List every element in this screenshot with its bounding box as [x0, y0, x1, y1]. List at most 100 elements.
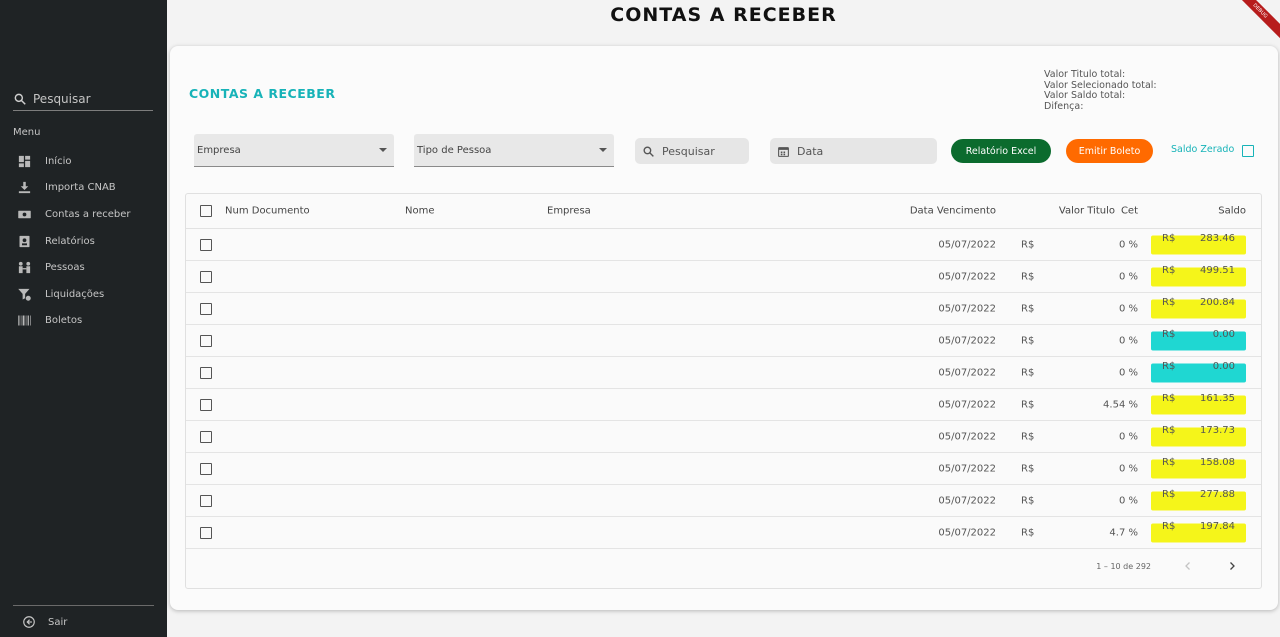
select-all-checkbox[interactable] — [200, 205, 212, 217]
saldo-value: 200.84 — [1200, 296, 1235, 308]
cell-data-vencimento: 05/07/2022 — [938, 431, 996, 442]
table-row[interactable]: 05/07/2022 0 % R$ R$ 173.73 — [186, 421, 1261, 453]
saldo-currency: R$ — [1162, 328, 1176, 340]
cell-cet: 0 % — [1118, 239, 1138, 250]
sidebar: Pesquisar Menu Início Importa CNAB Conta… — [0, 0, 167, 637]
sidebar-item-label: Início — [45, 155, 72, 167]
chevron-left-icon — [1185, 562, 1190, 570]
saldo-badge: R$ 173.73 — [1151, 425, 1246, 446]
saldo-currency: R$ — [1162, 264, 1176, 276]
saldo-zerado-checkbox[interactable] — [1242, 145, 1254, 157]
saldo-currency: R$ — [1162, 232, 1176, 244]
row-checkbox[interactable] — [200, 366, 212, 379]
table-row[interactable]: 05/07/2022 0 % R$ R$ 158.08 — [186, 453, 1261, 485]
saldo-badge: R$ 0.00 — [1151, 328, 1246, 350]
col-empresa[interactable]: Empresa — [547, 206, 591, 217]
sidebar-item-label: Boletos — [45, 315, 83, 327]
barcode-icon — [18, 315, 31, 326]
calendar-icon — [778, 146, 789, 157]
cell-valor-titulo: R$ — [1021, 527, 1035, 538]
row-checkbox[interactable] — [200, 526, 212, 539]
download-icon — [18, 182, 31, 194]
saldo-value: 0.00 — [1212, 328, 1235, 340]
row-checkbox[interactable] — [200, 302, 212, 315]
cell-data-vencimento: 05/07/2022 — [938, 239, 996, 250]
sidebar-item-boletos[interactable]: Boletos — [17, 308, 131, 335]
sidebar-item-label: Pessoas — [45, 262, 85, 274]
pagination-range: 1 – 10 de 292 — [1096, 562, 1151, 571]
sidebar-item-label: Relatórios — [45, 235, 95, 247]
sidebar-item-contas-a-receber[interactable]: Contas a receber — [17, 201, 131, 228]
date-placeholder: Data — [797, 144, 824, 158]
cell-cet: 0 % — [1118, 367, 1138, 378]
emitir-boleto-button[interactable]: Emitir Boleto — [1066, 139, 1153, 163]
sidebar-item-pessoas[interactable]: Pessoas — [17, 254, 131, 281]
saldo-value: 158.08 — [1200, 456, 1235, 468]
row-checkbox[interactable] — [200, 238, 212, 251]
cell-data-vencimento: 05/07/2022 — [938, 527, 996, 538]
col-num-documento[interactable]: Num Documento — [225, 206, 310, 217]
search-input[interactable]: Pesquisar — [635, 138, 749, 164]
next-page-button[interactable] — [1223, 557, 1241, 575]
sidebar-item-relatorios[interactable]: Relatórios — [17, 228, 131, 255]
sidebar-item-liquidacoes[interactable]: Liquidações — [17, 281, 131, 308]
table-row[interactable]: 05/07/2022 0 % R$ R$ 0.00 — [186, 357, 1261, 389]
menu-label: Menu — [13, 127, 41, 138]
table-row[interactable]: 05/07/2022 0 % R$ R$ 277.88 — [186, 485, 1261, 517]
col-valor-titulo[interactable]: Valor Titulo — [1059, 206, 1115, 217]
row-checkbox[interactable] — [200, 430, 212, 443]
col-nome[interactable]: Nome — [405, 206, 435, 217]
sidebar-search[interactable]: Pesquisar — [13, 88, 153, 111]
col-data-vencimento[interactable]: Data Vencimento — [910, 206, 996, 217]
dashboard-icon — [18, 155, 31, 167]
chevron-right-icon — [1230, 562, 1235, 570]
row-checkbox[interactable] — [200, 270, 212, 283]
table-row[interactable]: 05/07/2022 0 % R$ R$ 200.84 — [186, 293, 1261, 325]
total-valor-saldo: Valor Saldo total: — [1044, 90, 1126, 101]
table-row[interactable]: 05/07/2022 0 % R$ R$ 283.46 — [186, 229, 1261, 261]
row-checkbox[interactable] — [200, 398, 212, 411]
cell-valor-titulo: R$ — [1021, 367, 1035, 378]
cell-data-vencimento: 05/07/2022 — [938, 335, 996, 346]
saldo-badge: R$ 499.51 — [1151, 264, 1246, 286]
saldo-badge: R$ 283.46 — [1151, 232, 1246, 254]
table-row[interactable]: 05/07/2022 0 % R$ R$ 499.51 — [186, 261, 1261, 293]
search-icon — [643, 145, 654, 157]
cell-valor-titulo: R$ — [1021, 495, 1035, 506]
sidebar-item-label: Importa CNAB — [45, 182, 116, 194]
cell-cet: 4.7 % — [1109, 527, 1138, 538]
saldo-badge: R$ 200.84 — [1151, 296, 1246, 318]
saldo-badge: R$ 158.08 — [1151, 456, 1246, 478]
col-cet[interactable]: Cet — [1121, 206, 1138, 217]
empresa-dropdown[interactable]: Empresa — [194, 134, 394, 167]
date-input[interactable]: Data — [770, 138, 937, 164]
people-icon — [18, 262, 31, 274]
col-saldo[interactable]: Saldo — [1218, 206, 1246, 217]
total-valor-titulo: Valor Titulo total: — [1044, 69, 1126, 80]
saldo-badge: R$ 197.84 — [1151, 520, 1246, 542]
sidebar-search-placeholder: Pesquisar — [33, 92, 91, 106]
caret-down-icon — [379, 148, 387, 152]
cell-cet: 0 % — [1118, 303, 1138, 314]
row-checkbox[interactable] — [200, 494, 212, 507]
relatorio-excel-button[interactable]: Relatório Excel — [951, 139, 1051, 163]
table-row[interactable]: 05/07/2022 4.54 % R$ R$ 161.35 — [186, 389, 1261, 421]
sidebar-item-inicio[interactable]: Início — [17, 148, 131, 175]
tipo-pessoa-dropdown[interactable]: Tipo de Pessoa — [414, 134, 614, 167]
search-placeholder: Pesquisar — [662, 144, 715, 158]
logout-button[interactable]: Sair — [22, 615, 67, 629]
cell-data-vencimento: 05/07/2022 — [938, 367, 996, 378]
sidebar-item-importa-cnab[interactable]: Importa CNAB — [17, 175, 131, 202]
saldo-badge: R$ 161.35 — [1151, 393, 1246, 414]
prev-page-button[interactable] — [1179, 557, 1197, 575]
row-checkbox[interactable] — [200, 334, 212, 347]
table-row[interactable]: 05/07/2022 0 % R$ R$ 0.00 — [186, 325, 1261, 357]
cell-data-vencimento: 05/07/2022 — [938, 399, 996, 410]
report-icon — [19, 235, 30, 247]
table-header: Num Documento Nome Empresa Data Vencimen… — [186, 194, 1261, 229]
cell-cet: 4.54 % — [1103, 399, 1138, 410]
row-checkbox[interactable] — [200, 462, 212, 475]
cell-cet: 0 % — [1118, 271, 1138, 282]
cell-data-vencimento: 05/07/2022 — [938, 303, 996, 314]
saldo-currency: R$ — [1162, 520, 1176, 532]
